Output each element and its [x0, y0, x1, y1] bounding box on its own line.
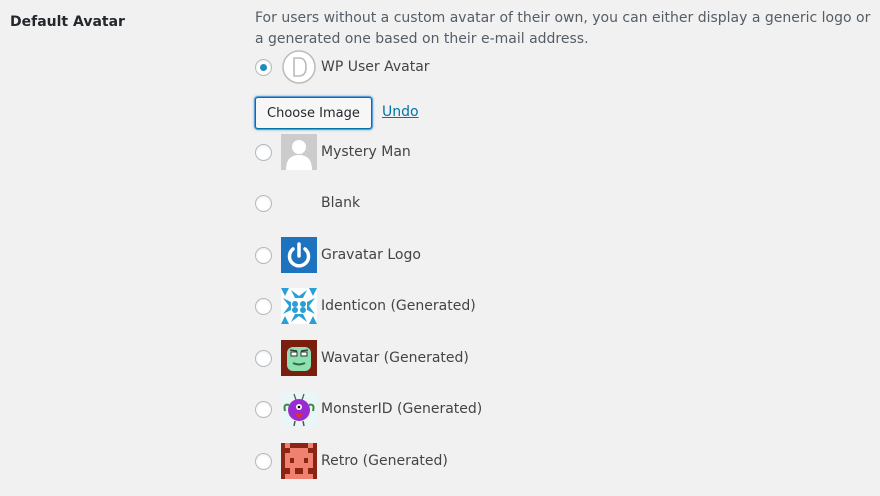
choose-image-button[interactable]: Choose Image: [255, 97, 372, 129]
option-label: Gravatar Logo: [321, 247, 421, 263]
option-label: WP User Avatar: [321, 59, 430, 75]
avatar-option-blank[interactable]: Blank: [255, 185, 360, 221]
avatar-option-wavatar[interactable]: Wavatar (Generated): [255, 340, 469, 376]
avatar-option-retro[interactable]: Retro (Generated): [255, 443, 448, 479]
option-label: Wavatar (Generated): [321, 350, 469, 366]
retro-icon: [281, 443, 317, 479]
blank-avatar-icon: [281, 185, 317, 221]
gravatar-logo-icon: [281, 237, 317, 273]
identicon-icon: [281, 288, 317, 324]
radio-gravatar-logo[interactable]: [255, 246, 272, 264]
wavatar-icon: [281, 340, 317, 376]
radio-identicon[interactable]: [255, 297, 272, 315]
option-label: MonsterID (Generated): [321, 401, 483, 417]
setting-label: Default Avatar: [10, 14, 125, 30]
radio-retro[interactable]: [255, 452, 272, 470]
undo-link[interactable]: Undo: [382, 104, 419, 120]
avatar-option-gravatar-logo[interactable]: Gravatar Logo: [255, 237, 421, 273]
option-label: Identicon (Generated): [321, 298, 476, 314]
wp-user-avatar-icon: [282, 50, 316, 84]
option-label: Blank: [321, 195, 361, 211]
option-label: Mystery Man: [321, 144, 411, 160]
avatar-option-wp-user-avatar[interactable]: WP User Avatar: [255, 49, 430, 85]
monsterid-icon: [281, 391, 317, 427]
avatar-option-monsterid[interactable]: MonsterID (Generated): [255, 391, 482, 427]
radio-monsterid[interactable]: [255, 400, 272, 418]
setting-description: For users without a custom avatar of the…: [255, 10, 871, 47]
option-label: Retro (Generated): [321, 453, 448, 469]
mystery-man-icon: [281, 134, 317, 170]
avatar-option-mystery-man[interactable]: Mystery Man: [255, 134, 411, 170]
radio-wp-user-avatar[interactable]: [255, 58, 272, 76]
radio-blank[interactable]: [255, 194, 272, 212]
radio-wavatar[interactable]: [255, 349, 272, 367]
radio-mystery-man[interactable]: [255, 143, 272, 161]
avatar-option-identicon[interactable]: Identicon (Generated): [255, 288, 476, 324]
